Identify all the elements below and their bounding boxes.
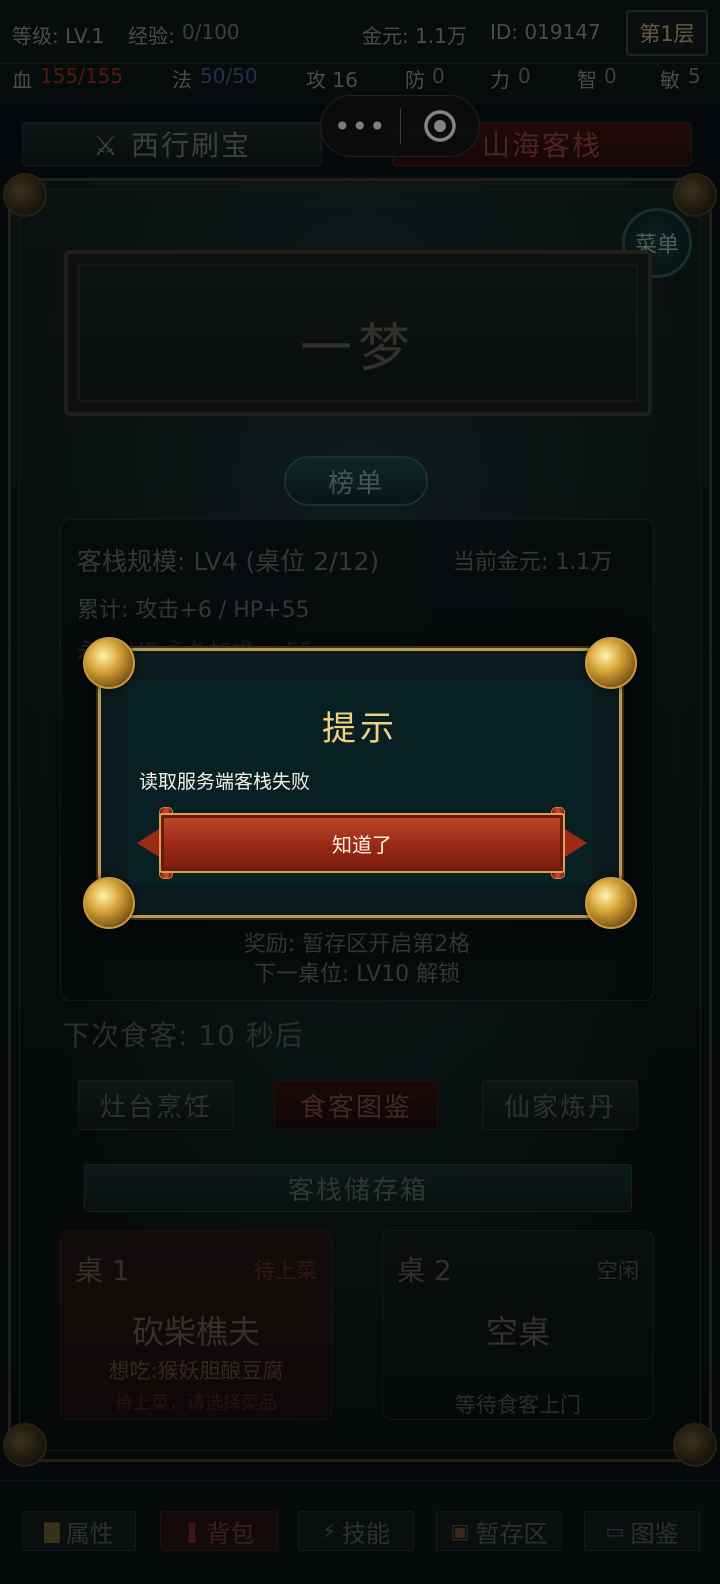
gold-ornament-icon: [585, 637, 637, 689]
acknowledge-button[interactable]: 知道了: [159, 813, 565, 873]
dialog-message: 读取服务端客栈失败: [139, 771, 311, 793]
gold-ornament-icon: [585, 877, 637, 929]
gold-ornament-icon: [83, 637, 135, 689]
scroll-tip-left-icon: [137, 829, 159, 857]
alert-dialog: 提示 读取服务端客栈失败 知道了: [83, 637, 637, 929]
scroll-tip-right-icon: [565, 829, 587, 857]
dialog-title: 提示: [322, 709, 398, 749]
gold-ornament-icon: [83, 877, 135, 929]
